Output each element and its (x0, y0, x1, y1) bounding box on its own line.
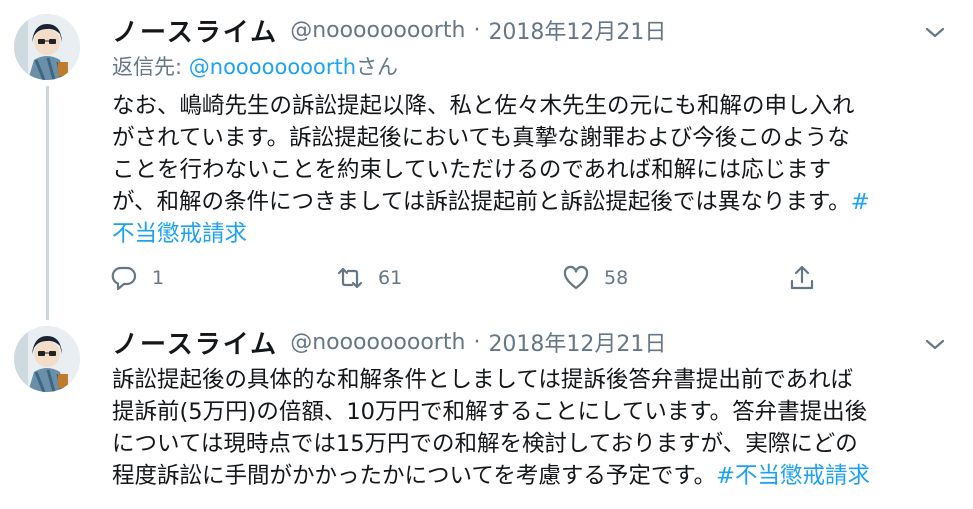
tweet-text: 訴訟提起後の具体的な和解条件としましては提訴後答弁書提出前であれば 提訴前(5万… (112, 364, 953, 492)
avatar[interactable] (14, 14, 80, 80)
caret-down-icon[interactable] (921, 22, 949, 42)
tweet-header: ノースライム @noooooooorth · 2018年12月21日 (112, 324, 953, 360)
tweet-text-line: が、和解の条件につきましては訴訟提起前と訴訟提起後では異なります。# (112, 186, 953, 218)
tweet[interactable]: ノースライム @noooooooorth · 2018年12月21日 訴訟提起後… (0, 318, 973, 509)
like-icon (563, 265, 589, 290)
tweet-text-line: 訴訟提起後の具体的な和解条件としましては提訴後答弁書提出前であれば (112, 367, 854, 393)
tweet-text-line: 提訴前(5万円)の倍額、10万円で和解することにしています。答弁書提出後 (112, 399, 868, 425)
tweet-text-line: ことを行わないことを約束していただけるのであれば和解には応じます (112, 157, 832, 183)
like-count: 58 (604, 267, 629, 289)
tweet-text-line: については現時点では15万円での和解を検討しておりますが、実際にどの (112, 431, 858, 457)
retweet-count: 61 (378, 267, 403, 289)
user-handle[interactable]: @noooooooorth (290, 18, 465, 43)
tweet-text-line: がされています。訴訟提起後においても真摯な謝罪および今後このような (112, 125, 850, 151)
tweet-date[interactable]: 2018年12月21日 (488, 14, 666, 46)
display-name[interactable]: ノースライム (112, 324, 278, 361)
like-button[interactable]: 58 (562, 264, 788, 292)
hashtag-link-start[interactable]: # (851, 189, 870, 215)
tweet-text-line: 程度訴訟に手間がかかったかについてを考慮する予定です。#不当懲戒請求 (112, 460, 953, 492)
tweet-text-segment: 程度訴訟に手間がかかったかについてを考慮する予定です。 (112, 463, 717, 489)
tweet-actions: 1 61 58 (110, 264, 816, 292)
reply-icon (111, 266, 137, 291)
hashtag-link[interactable]: 不当懲戒請求 (112, 218, 953, 250)
avatar[interactable] (14, 326, 80, 392)
tweet-text: なお、嶋崎先生の訴訟提起以降、私と佐々木先生の元にも和解の申し入れ がされていま… (112, 90, 953, 250)
separator-dot: · (473, 329, 481, 355)
tweet-text-line: なお、嶋崎先生の訴訟提起以降、私と佐々木先生の元にも和解の申し入れ (112, 93, 855, 119)
tweet-text-segment: が、和解の条件につきましては訴訟提起前と訴訟提起後では異なります。 (112, 189, 851, 215)
tweet-date[interactable]: 2018年12月21日 (488, 326, 666, 358)
caret-down-icon[interactable] (921, 334, 949, 354)
reply-count: 1 (152, 267, 165, 289)
tweet-header: ノースライム @noooooooorth · 2018年12月21日 (112, 12, 953, 48)
reply-button[interactable]: 1 (110, 264, 336, 292)
display-name[interactable]: ノースライム (112, 12, 278, 49)
retweet-icon (337, 267, 363, 289)
thread-line (46, 86, 49, 320)
reply-to: 返信先: @noooooooorthさん (112, 52, 953, 82)
tweet[interactable]: ノースライム @noooooooorth · 2018年12月21日 返信先: … (0, 0, 973, 320)
user-handle[interactable]: @noooooooorth (290, 330, 465, 355)
hashtag-link[interactable]: #不当懲戒請求 (716, 463, 870, 489)
separator-dot: · (473, 17, 481, 43)
reply-label: 返信先: (112, 55, 189, 79)
reply-mention[interactable]: @noooooooorth (189, 55, 356, 79)
share-icon (790, 265, 814, 290)
reply-suffix: さん (356, 55, 399, 79)
share-button[interactable] (788, 264, 816, 292)
retweet-button[interactable]: 61 (336, 264, 562, 292)
